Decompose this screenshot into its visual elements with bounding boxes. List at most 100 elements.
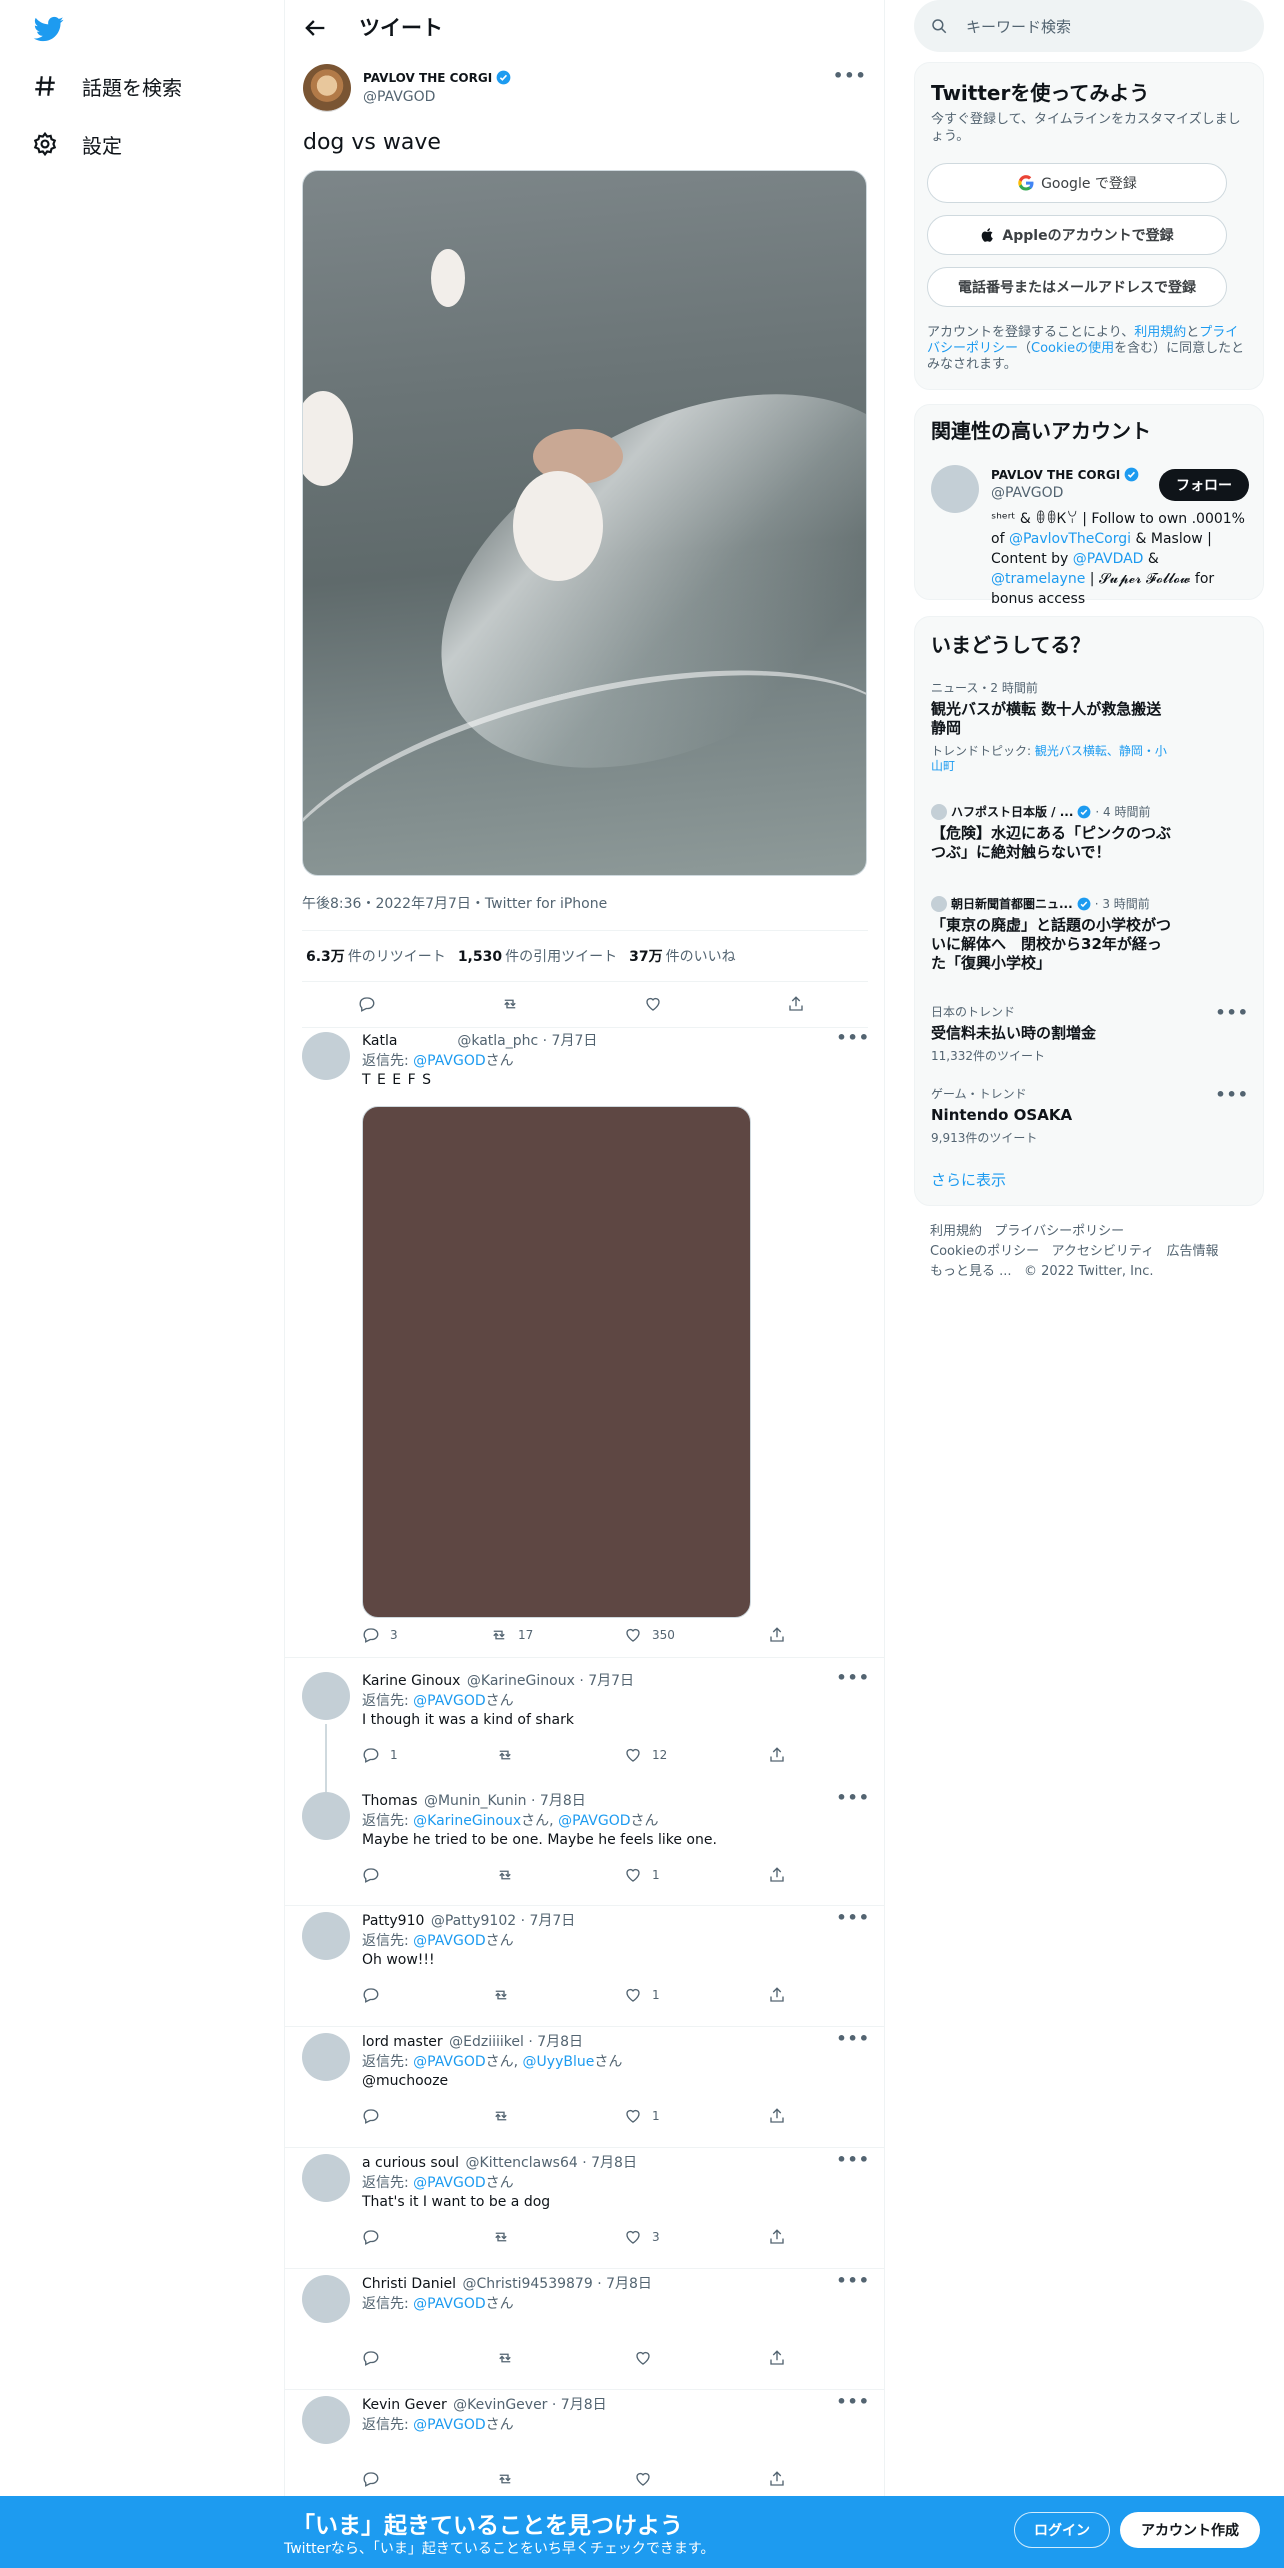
trend-meta: 日本のトレンド [931,1005,1016,1019]
author-name-text: PAVLOV THE CORGI [363,70,493,85]
related-account-name[interactable]: PAVLOV THE CORGI [991,467,1139,482]
bottom-bar-subtitle: Twitterなら、「いま」起きていることをいち早くチェックできます。 [284,2541,715,2557]
phone-email-signup-label: 電話番号またはメールアドレスで登録 [958,280,1196,296]
tweet-author-handle[interactable]: @PAVGOD [363,89,435,105]
retweet-button[interactable] [501,995,519,1013]
nav-settings-label: 設定 [82,133,122,158]
retweets-stat[interactable]: 6.3万 件のリツイート [306,946,446,966]
trend-time: · 3 時間前 [1094,897,1150,911]
avatar[interactable] [303,64,351,112]
apple-signup-button[interactable]: Appleのアカウントで登録 [927,215,1227,255]
tweet-author-name[interactable]: PAVLOV THE CORGI [363,70,511,85]
footer-ads-link[interactable]: 広告情報 [1167,1244,1219,1259]
signup-description: 今すぐ登録して、タイムラインをカスタマイズしましょう。 [931,112,1241,144]
terms-link[interactable]: 利用規約 [1134,325,1186,340]
legal-text: （ [1018,341,1032,356]
trend-tweet-count: 9,913件のツイート [931,1131,1038,1145]
page-header: ツイート [285,0,885,56]
back-arrow-icon[interactable] [301,14,329,42]
verified-badge-icon [1077,897,1091,910]
verified-badge-icon [1078,805,1091,818]
footer-accessibility-link[interactable]: アクセシビリティ [1052,1244,1155,1259]
page-title: ツイート [359,16,443,40]
signup-title: Twitterを使ってみよう [931,81,1150,105]
heart-icon [646,997,660,1011]
search-icon [932,19,947,34]
bio-text: & [1143,551,1159,567]
mention-link[interactable]: @PAVDAD [1073,551,1144,567]
trend-item[interactable]: ゲーム・トレンド Nintendo OSAKA 9,913件のツイート ••• [931,1085,1249,1146]
search-input[interactable]: キーワード検索 [914,0,1264,52]
footer-links: 利用規約 プライバシーポリシー Cookieのポリシー アクセシビリティ 広告情… [930,1222,1260,1282]
signup-legal: アカウントを登録することにより、利用規約とプライバシーポリシー（Cookieの使… [927,325,1247,373]
nav-explore[interactable]: 話題を検索 [32,66,182,106]
verified-badge-icon [1124,467,1139,482]
publisher-avatar [931,803,947,820]
google-signup-label: Google で登録 [1041,176,1137,192]
more-options-icon[interactable]: ••• [1215,1003,1249,1022]
share-button[interactable] [787,995,805,1013]
footer-copyright: © 2022 Twitter, Inc. [1023,1264,1154,1279]
likes-count: 37万 [629,949,663,965]
google-signup-button[interactable]: Google で登録 [927,163,1227,203]
trend-item[interactable]: 朝日新聞首都圏ニュ... · 3 時間前 「東京の廃虚」と話題の小学校がついに解体… [931,895,1249,973]
quotes-label: 件の引用ツイート [505,949,618,965]
like-button[interactable] [644,995,662,1013]
quotes-count: 1,530 [457,949,503,965]
show-more-link[interactable]: さらに表示 [931,1169,1006,1190]
more-options-icon[interactable]: ••• [1215,1085,1249,1104]
trend-item[interactable]: ハフポスト日本版 / ... · 4 時間前 【危険】水辺にある「ピンクのつぶつぶ… [931,803,1249,862]
search-placeholder: キーワード検索 [966,17,1072,36]
retweets-label: 件のリツイート [347,949,446,965]
footer-terms-link[interactable]: 利用規約 [930,1224,982,1239]
related-name-text: PAVLOV THE CORGI [991,467,1121,482]
tweet-timestamp[interactable]: 午後8:36・2022年7月7日・Twitter for iPhone [302,893,607,913]
related-accounts-card: 関連性の高いアカウント PAVLOV THE CORGI @PAVGOD フォロ… [914,404,1264,607]
cookie-link[interactable]: Cookieの使用 [1031,341,1114,356]
tweet-actions [302,982,868,1028]
gear-icon [33,131,57,157]
quotes-stat[interactable]: 1,530 件の引用ツイート [458,946,617,966]
mention-link[interactable]: @PavlovTheCorgi [1009,531,1131,547]
google-icon [1018,175,1034,191]
follow-button[interactable]: フォロー [1159,469,1249,501]
trend-item[interactable]: ニュース・2 時間前 観光バスが横転 数十人が救急搬送 静岡 トレンドトピック:… [931,679,1249,774]
verified-badge-icon [496,70,511,85]
mention-link[interactable]: @tramelayne [991,571,1085,587]
signup-card: Twitterを使ってみよう 今すぐ登録して、タイムラインをカスタマイズしましょ… [914,62,1264,390]
dog-shape [513,471,603,581]
phone-email-signup-button[interactable]: 電話番号またはメールアドレスで登録 [927,267,1227,307]
tweet-video[interactable] [302,170,867,876]
trend-publisher: 朝日新聞首都圏ニュ... [951,897,1073,911]
login-button[interactable]: ログイン [1014,2512,1110,2548]
trend-item[interactable]: 日本のトレンド 受信料未払い時の割増金 11,332件のツイート ••• [931,1003,1249,1064]
trends-card: いまどうしてる？ ニュース・2 時間前 観光バスが横転 数十人が救急搬送 静岡 … [914,616,1264,1206]
apple-icon [982,228,994,242]
footer-more-link[interactable]: もっと見る ... [930,1264,1012,1279]
left-nav: 話題を検索 設定 [0,0,284,2568]
footer-cookie-link[interactable]: Cookieのポリシー [930,1244,1039,1259]
trend-meta: ニュース・2 時間前 [931,681,1038,695]
related-account-handle[interactable]: @PAVGOD [991,485,1063,501]
share-icon [789,996,803,1011]
avatar[interactable] [931,465,979,513]
nav-settings[interactable]: 設定 [32,124,122,164]
reply-button[interactable] [358,995,376,1013]
apple-signup-label: Appleのアカウントで登録 [1002,228,1174,244]
trend-title: 観光バスが横転 数十人が救急搬送 静岡 [931,700,1162,737]
dog-shape [431,249,465,307]
publisher-avatar [931,895,947,912]
nav-explore-label: 話題を検索 [82,75,182,100]
more-options-icon[interactable]: ••• [833,66,867,85]
footer-privacy-link[interactable]: プライバシーポリシー [994,1224,1124,1239]
retweet-icon [504,999,516,1009]
tweet-stats: 6.3万 件のリツイート 1,530 件の引用ツイート 37万 件のいいね [302,930,868,982]
related-title: 関連性の高いアカウント [931,419,1151,443]
create-account-button[interactable]: アカウント作成 [1120,2512,1260,2548]
twitter-bird-icon[interactable] [32,14,66,44]
bottom-bar-title: 「いま」起きていることを見つけよう [292,2513,683,2539]
reply-icon [359,997,375,1012]
likes-stat[interactable]: 37万 件のいいね [629,946,735,966]
dog-shape [303,391,353,486]
trend-title: 【危険】水辺にある「ピンクのつぶつぶ」に絶対触らないで！ [931,824,1172,861]
